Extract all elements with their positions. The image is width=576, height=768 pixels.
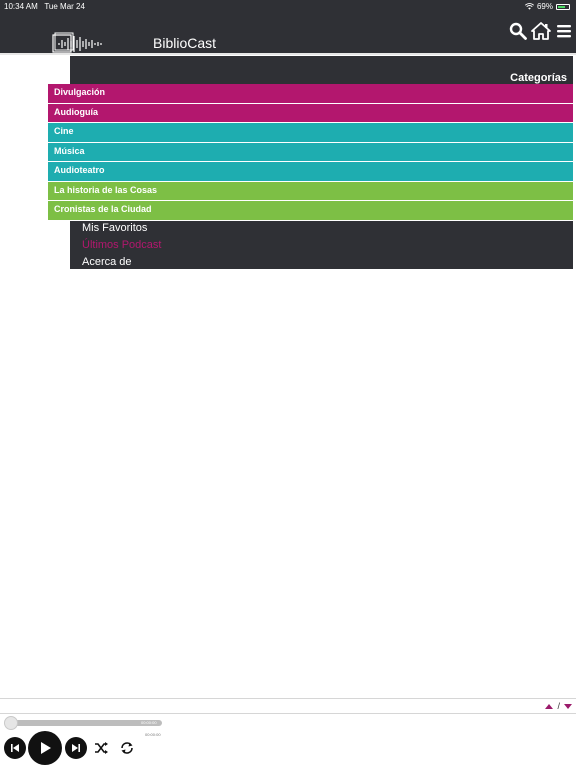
page-nav: / <box>545 701 572 711</box>
status-date: Tue Mar 24 <box>44 2 85 11</box>
next-icon <box>72 744 80 752</box>
category-label: Cine <box>54 126 74 136</box>
progress-thumb[interactable] <box>4 716 18 730</box>
category-item[interactable]: Audioteatro <box>48 162 573 182</box>
menu-link-favorites[interactable]: Mis Favoritos <box>82 222 147 234</box>
caret-up-icon[interactable] <box>545 703 554 709</box>
category-item[interactable]: Música <box>48 142 573 162</box>
category-label: Divulgación <box>54 87 106 97</box>
search-icon[interactable] <box>509 22 527 40</box>
category-label: Audioguía <box>54 106 98 117</box>
status-indicators: 69% <box>525 2 570 11</box>
player-top-divider <box>0 698 576 699</box>
previous-icon <box>11 744 19 752</box>
player-divider <box>0 713 576 714</box>
repeat-button[interactable] <box>118 739 136 757</box>
total-duration: 00:00:00 <box>145 732 161 737</box>
category-item[interactable]: La historia de las Cosas <box>48 181 573 201</box>
nav-separator: / <box>557 701 560 711</box>
repeat-icon <box>121 742 133 754</box>
wifi-icon <box>525 3 534 10</box>
menu-link-about[interactable]: Acerca de <box>82 256 132 268</box>
category-label: Música <box>54 145 85 156</box>
shuffle-icon <box>95 742 108 754</box>
battery-percent: 69% <box>536 2 553 11</box>
category-item[interactable]: Cronistas de la Ciudad <box>48 201 573 221</box>
play-icon <box>41 742 51 754</box>
next-button[interactable] <box>65 737 87 759</box>
category-label: La historia de las Cosas <box>54 184 158 195</box>
status-clock: 10:34 AM <box>4 2 38 11</box>
category-label: Cronistas de la Ciudad <box>54 204 152 214</box>
category-item[interactable]: Divulgación <box>48 84 573 104</box>
menu-icon[interactable] <box>556 22 572 40</box>
category-item[interactable]: Audioguía <box>48 103 573 123</box>
app-logo[interactable] <box>52 32 104 54</box>
status-time: 10:34 AM Tue Mar 24 <box>4 2 85 11</box>
category-label: Audioteatro <box>54 165 105 175</box>
play-button[interactable] <box>28 731 62 765</box>
battery-icon <box>556 3 570 10</box>
menu-link-latest-podcasts[interactable]: Últimos Podcast <box>82 239 161 251</box>
header-divider <box>0 53 576 55</box>
top-bar: 10:34 AM Tue Mar 24 69% BiblioCast <box>0 0 576 53</box>
caret-down-icon[interactable] <box>564 703 572 709</box>
category-item[interactable]: Cine <box>48 123 573 143</box>
shuffle-button[interactable] <box>93 740 109 756</box>
previous-button[interactable] <box>4 737 26 759</box>
menu-heading: Categorías <box>510 72 567 84</box>
category-list: Divulgación Audioguía Cine Música Audiot… <box>48 84 573 221</box>
progress-track[interactable] <box>10 720 162 726</box>
home-icon[interactable] <box>531 22 551 40</box>
elapsed-time: 00:00:00 <box>141 720 157 725</box>
app-title: BiblioCast <box>153 35 217 51</box>
